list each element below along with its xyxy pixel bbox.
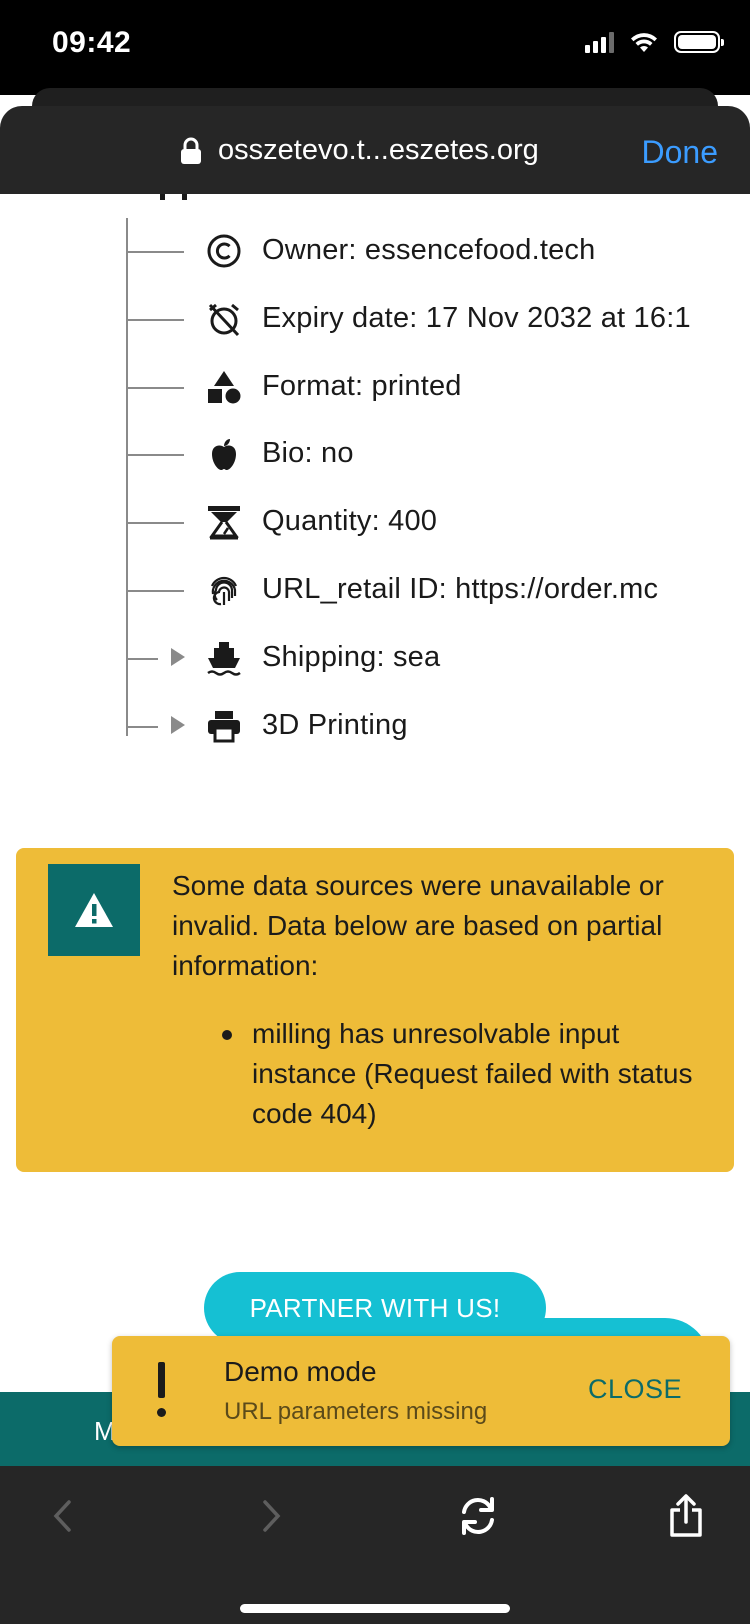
tree-row-bio: Bio: no [126, 434, 746, 474]
shapes-icon [208, 371, 241, 404]
warning-list-text: milling has unresolvable input instance … [252, 1018, 693, 1129]
warning-triangle-icon [75, 893, 113, 927]
chevron-right-icon [263, 1500, 281, 1532]
wifi-icon [631, 33, 657, 52]
tree-row-shipping[interactable]: Shipping: sea [126, 638, 746, 678]
tree-row-label: Owner: essencefood.tech [262, 234, 596, 266]
warning-message: Some data sources were unavailable or in… [172, 870, 664, 981]
partial-data-warning: Some data sources were unavailable or in… [16, 848, 734, 1172]
tree-row-label: Shipping: sea [262, 641, 441, 673]
tree-row-expiry: Expiry date: 17 Nov 2032 at 16:1 [126, 299, 746, 339]
close-button[interactable]: CLOSE [588, 1374, 682, 1405]
bullet-icon [222, 1030, 232, 1040]
ship-icon [207, 642, 241, 676]
signal-icon [585, 31, 614, 53]
status-icons [585, 30, 724, 54]
alarm-off-icon [208, 303, 240, 337]
tree-row-format: Format: printed [126, 367, 746, 407]
scale-icon [208, 506, 240, 540]
home-indicator [240, 1604, 510, 1613]
expand-caret-icon[interactable] [171, 648, 185, 666]
warning-list-item: milling has unresolvable input instance … [222, 1014, 712, 1134]
share-icon [670, 1494, 702, 1537]
expand-caret-icon[interactable] [171, 716, 185, 734]
back-button[interactable] [32, 1486, 92, 1546]
battery-icon [674, 31, 724, 53]
tree-row-label: Quantity: 400 [262, 505, 438, 537]
reload-icon [462, 1497, 494, 1535]
share-button[interactable] [656, 1486, 716, 1546]
warning-icon-container [48, 864, 140, 956]
tree-row-label: 3D Printing [262, 709, 408, 741]
browser-toolbar [0, 1466, 750, 1624]
forward-button[interactable] [242, 1486, 302, 1546]
tree-row-label: Expiry date: 17 Nov 2032 at 16:1 [262, 302, 691, 334]
tree-row-label: URL_retail ID: https://order.mc [262, 573, 659, 605]
cake-icon [160, 194, 187, 200]
chevron-left-icon [53, 1500, 71, 1532]
snackbar-subtitle: URL parameters missing [224, 1398, 488, 1425]
url-text: osszetevo.t...eszetes.org [218, 134, 539, 166]
fingerprint-icon [210, 576, 238, 606]
tree-row-quantity: Quantity: 400 [126, 502, 746, 542]
apple-icon [212, 439, 236, 470]
status-time: 09:42 [52, 26, 132, 59]
snackbar-title: Demo mode [224, 1356, 377, 1387]
partner-button[interactable]: PARTNER WITH US! [204, 1272, 546, 1344]
tree-row-label: Format: printed [262, 370, 462, 402]
reload-button[interactable] [448, 1486, 508, 1546]
tree-row-owner: Owner: essencefood.tech [126, 231, 746, 271]
lock-icon [181, 137, 201, 164]
exclamation-icon [156, 1362, 166, 1422]
printer-icon [208, 711, 240, 743]
tree-row-url-retail: URL_retail ID: https://order.mc [126, 570, 746, 610]
tree-row-label: Bio: no [262, 437, 354, 469]
tree-row-3d-printing[interactable]: 3D Printing [126, 706, 746, 746]
done-button[interactable]: Done [642, 134, 719, 171]
copyright-icon [207, 234, 241, 268]
url-header: osszetevo.t...eszetes.org Done [0, 106, 750, 194]
url-display[interactable]: osszetevo.t...eszetes.org [180, 134, 539, 167]
demo-mode-snackbar: Demo mode URL parameters missing CLOSE [112, 1336, 730, 1446]
status-bar: 09:42 [0, 0, 750, 95]
